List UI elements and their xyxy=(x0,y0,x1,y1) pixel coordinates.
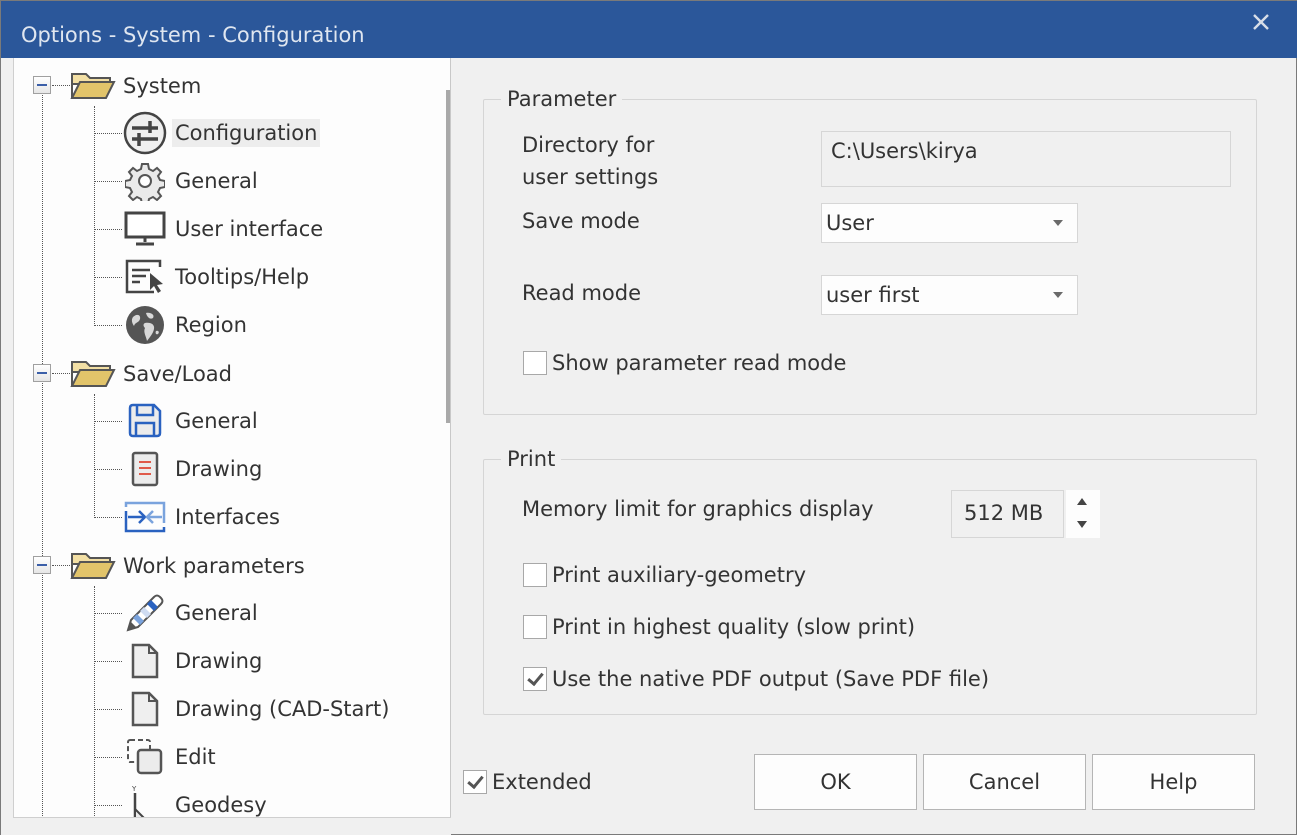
tree-item-edit[interactable]: Edit xyxy=(122,737,219,777)
tree-label: Geodesy xyxy=(175,793,267,817)
tree-bottom-border xyxy=(13,817,451,835)
increment-arrow-icon[interactable] xyxy=(1077,498,1087,505)
tree-item-save-drawing[interactable]: Drawing xyxy=(122,449,265,489)
help-button[interactable]: Help xyxy=(1092,754,1255,810)
tree-label: User interface xyxy=(175,217,324,241)
cancel-button[interactable]: Cancel xyxy=(923,754,1086,810)
svg-text:Y: Y xyxy=(131,785,137,793)
read-mode-value: user first xyxy=(826,283,920,307)
memory-limit-stepper xyxy=(1066,490,1100,538)
close-icon xyxy=(1253,14,1269,30)
collapse-system-button[interactable] xyxy=(33,76,51,94)
memory-limit-label: Memory limit for graphics display xyxy=(522,497,874,521)
extended-checkbox[interactable]: Extended xyxy=(463,770,592,794)
tree-line xyxy=(42,95,43,835)
checkbox-label: Print in highest quality (slow print) xyxy=(552,615,916,639)
collapse-work-parameters-button[interactable] xyxy=(33,556,51,574)
checkbox-box[interactable] xyxy=(523,667,547,691)
window-title: Options - System - Configuration xyxy=(21,23,365,47)
tree-label: Interfaces xyxy=(175,505,280,529)
folder-open-icon xyxy=(70,66,116,106)
checkbox-box[interactable] xyxy=(463,770,487,794)
tree-label: Edit xyxy=(175,745,216,769)
import-arrow-icon xyxy=(122,497,168,537)
tree-item-save-general[interactable]: General xyxy=(122,401,261,441)
print-aux-geometry-checkbox[interactable]: Print auxiliary-geometry xyxy=(523,563,806,587)
folder-open-icon xyxy=(70,354,116,394)
blank-page-icon xyxy=(122,641,168,681)
tree-label: Work parameters xyxy=(123,554,305,578)
memory-limit-field[interactable]: 512 MB xyxy=(951,490,1064,538)
tree-item-configuration[interactable]: Configuration xyxy=(122,111,321,155)
floppy-disk-icon xyxy=(122,401,168,441)
checkbox-label: Print auxiliary-geometry xyxy=(552,563,806,587)
drawing-document-icon xyxy=(122,449,168,489)
collapse-save-load-button[interactable] xyxy=(33,364,51,382)
tree-item-drawing-cad-start[interactable]: Drawing (CAD-Start) xyxy=(122,689,392,729)
print-group-title: Print xyxy=(501,447,562,471)
tree-label: Drawing xyxy=(175,649,263,673)
tree-group-work-parameters[interactable]: Work parameters xyxy=(70,546,308,586)
show-read-mode-checkbox[interactable]: Show parameter read mode xyxy=(523,351,846,375)
tree-item-work-drawing[interactable]: Drawing xyxy=(122,641,265,681)
tooltip-cursor-icon xyxy=(122,257,168,297)
ok-button[interactable]: OK xyxy=(754,754,917,810)
blank-page-icon xyxy=(122,689,168,729)
tree-item-tooltips-help[interactable]: Tooltips/Help xyxy=(122,257,312,297)
sliders-icon xyxy=(122,111,168,155)
tree-line xyxy=(94,586,95,835)
left-border xyxy=(1,58,13,835)
read-mode-select[interactable]: user first xyxy=(821,275,1078,315)
tree-item-work-general[interactable]: General xyxy=(122,593,261,633)
directory-label-line2: user settings xyxy=(522,165,659,189)
edit-selection-icon xyxy=(122,737,168,777)
globe-icon xyxy=(122,305,168,345)
tree-label: General xyxy=(175,601,258,625)
print-highest-quality-checkbox[interactable]: Print in highest quality (slow print) xyxy=(523,615,915,639)
folder-open-icon xyxy=(70,546,116,586)
tree-label: Tooltips/Help xyxy=(175,265,310,289)
tree-label: System xyxy=(123,74,202,98)
title-bar: Options - System - Configuration xyxy=(1,1,1297,58)
chevron-down-icon xyxy=(1053,292,1063,298)
save-mode-value: User xyxy=(826,211,874,235)
checkbox-label: Use the native PDF output (Save PDF file… xyxy=(552,667,990,691)
tree-label: General xyxy=(175,409,258,433)
tree-scrollbar[interactable] xyxy=(446,90,450,423)
close-button[interactable] xyxy=(1246,9,1276,39)
checkbox-label: Show parameter read mode xyxy=(552,351,847,375)
checkbox-box[interactable] xyxy=(523,563,547,587)
checkbox-label: Extended xyxy=(492,770,592,794)
decrement-arrow-icon[interactable] xyxy=(1077,521,1087,528)
tree-item-region[interactable]: Region xyxy=(122,305,250,345)
chevron-down-icon xyxy=(1053,220,1063,226)
native-pdf-checkbox[interactable]: Use the native PDF output (Save PDF file… xyxy=(523,667,989,691)
tree-group-system[interactable]: System xyxy=(70,66,204,106)
save-mode-label: Save mode xyxy=(522,209,640,233)
tree-line xyxy=(94,394,95,518)
tree-label: Drawing xyxy=(175,457,263,481)
tree-label: Drawing (CAD-Start) xyxy=(175,697,390,721)
checkbox-box[interactable] xyxy=(523,351,547,375)
tree-item-system-general[interactable]: General xyxy=(122,161,261,201)
options-tree: System Configuration General User interf… xyxy=(13,58,451,835)
tree-item-interfaces[interactable]: Interfaces xyxy=(122,497,283,537)
pencil-icon xyxy=(122,593,168,633)
directory-field[interactable]: C:\Users\kirya xyxy=(821,131,1231,187)
read-mode-label: Read mode xyxy=(522,281,641,305)
tree-label: Configuration xyxy=(172,119,321,147)
parameter-group-title: Parameter xyxy=(501,87,623,111)
tree-group-save-load[interactable]: Save/Load xyxy=(70,354,235,394)
directory-label-line1: Directory for xyxy=(522,133,655,157)
tree-line xyxy=(94,106,95,326)
tree-label: Region xyxy=(175,313,247,337)
tree-item-user-interface[interactable]: User interface xyxy=(122,209,326,249)
gear-icon xyxy=(122,161,168,201)
tree-label: Save/Load xyxy=(123,362,232,386)
options-dialog: Options - System - Configuration System … xyxy=(0,0,1297,835)
tree-label: General xyxy=(175,169,258,193)
save-mode-select[interactable]: User xyxy=(821,203,1078,243)
monitor-icon xyxy=(122,209,168,249)
checkbox-box[interactable] xyxy=(523,615,547,639)
